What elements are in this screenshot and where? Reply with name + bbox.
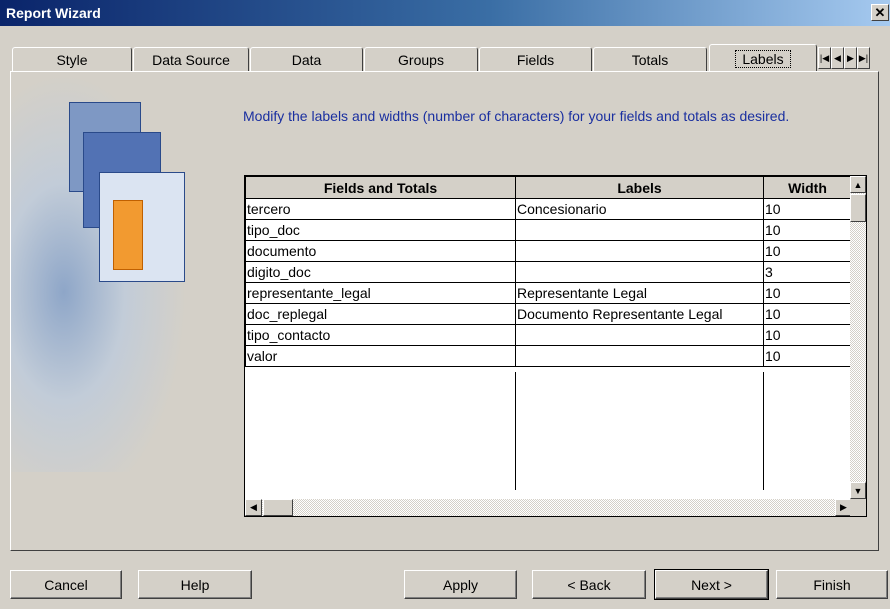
wizard-illustration <box>11 72 187 472</box>
table-row: doc_replegal Documento Representante Leg… <box>245 303 852 325</box>
field-cell: tercero <box>245 198 516 220</box>
field-cell: documento <box>245 240 516 262</box>
table-row: tipo_contacto 10 <box>245 324 852 346</box>
labels-grid[interactable]: Fields and Totals Labels Width tercero C… <box>244 175 867 517</box>
next-icon[interactable]: ▶ <box>844 47 857 69</box>
field-cell: tipo_contacto <box>245 324 516 346</box>
label-cell[interactable] <box>515 261 764 283</box>
tab-style[interactable]: Style <box>12 47 132 72</box>
width-cell[interactable]: 10 <box>763 324 852 346</box>
tab-labels-text: Labels <box>735 49 791 68</box>
width-cell[interactable]: 3 <box>763 261 852 283</box>
label-cell[interactable] <box>515 324 764 346</box>
field-cell: valor <box>245 345 516 367</box>
instruction-text: Modify the labels and widths (number of … <box>243 108 790 124</box>
table-row: valor 10 <box>245 345 852 367</box>
tab-groups[interactable]: Groups <box>364 47 478 72</box>
cancel-button[interactable]: Cancel <box>10 570 122 599</box>
label-cell[interactable] <box>515 240 764 262</box>
table-row: documento 10 <box>245 240 852 262</box>
tab-fields[interactable]: Fields <box>479 47 592 72</box>
labels-table: Fields and Totals Labels Width tercero C… <box>245 176 852 367</box>
column-divider <box>515 372 516 490</box>
last-icon[interactable]: ▶| <box>857 47 870 69</box>
next-button[interactable]: Next > <box>654 569 769 600</box>
label-cell[interactable] <box>515 219 764 241</box>
first-icon[interactable]: |◀ <box>818 47 831 69</box>
finish-button[interactable]: Finish <box>776 570 888 599</box>
width-cell[interactable]: 10 <box>763 345 852 367</box>
horizontal-scroll-thumb[interactable] <box>263 499 293 516</box>
tab-data-source[interactable]: Data Source <box>133 47 249 72</box>
scroll-left-icon[interactable]: ◀ <box>245 499 262 516</box>
column-divider <box>763 372 764 490</box>
label-cell[interactable]: Representante Legal <box>515 282 764 304</box>
vertical-scroll-thumb[interactable] <box>850 194 866 222</box>
vertical-scrollbar[interactable]: ▲ ▼ <box>850 176 866 499</box>
close-icon[interactable]: ✕ <box>871 4 889 21</box>
scroll-down-icon[interactable]: ▼ <box>850 482 866 499</box>
header-row: Fields and Totals Labels Width <box>245 176 852 199</box>
field-cell: doc_replegal <box>245 303 516 325</box>
label-cell[interactable] <box>515 345 764 367</box>
tab-labels[interactable]: Labels <box>709 44 817 72</box>
header-fields-and-totals: Fields and Totals <box>245 176 516 199</box>
table-row: digito_doc 3 <box>245 261 852 283</box>
field-cell: representante_legal <box>245 282 516 304</box>
field-cell: digito_doc <box>245 261 516 283</box>
label-cell[interactable]: Documento Representante Legal <box>515 303 764 325</box>
table-row: representante_legal Representante Legal … <box>245 282 852 304</box>
width-cell[interactable]: 10 <box>763 198 852 220</box>
tab-scroller: |◀ ◀ ▶ ▶| <box>818 47 870 69</box>
window-title: Report Wizard <box>6 5 101 21</box>
width-cell[interactable]: 10 <box>763 219 852 241</box>
tab-strip: Style Data Source Data Groups Fields Tot… <box>12 44 890 72</box>
title-bar: Report Wizard ✕ <box>0 0 890 26</box>
help-button[interactable]: Help <box>138 570 252 599</box>
back-button[interactable]: < Back <box>532 570 646 599</box>
scroll-up-icon[interactable]: ▲ <box>850 176 866 193</box>
tab-data[interactable]: Data <box>250 47 363 72</box>
header-width: Width <box>763 176 852 199</box>
apply-button[interactable]: Apply <box>404 570 517 599</box>
horizontal-scrollbar[interactable]: ◀ ▶ <box>245 499 852 516</box>
label-cell[interactable]: Concesionario <box>515 198 764 220</box>
width-cell[interactable]: 10 <box>763 303 852 325</box>
prev-icon[interactable]: ◀ <box>831 47 844 69</box>
table-row: tipo_doc 10 <box>245 219 852 241</box>
width-cell[interactable]: 10 <box>763 240 852 262</box>
field-cell: tipo_doc <box>245 219 516 241</box>
tab-totals[interactable]: Totals <box>593 47 707 72</box>
wizard-panel: Modify the labels and widths (number of … <box>10 71 879 551</box>
header-labels: Labels <box>515 176 764 199</box>
scrollbar-corner <box>850 499 866 516</box>
width-cell[interactable]: 10 <box>763 282 852 304</box>
table-row: tercero Concesionario 10 <box>245 198 852 220</box>
empty-grid-area <box>245 372 852 490</box>
illustration-highlight <box>113 200 143 270</box>
